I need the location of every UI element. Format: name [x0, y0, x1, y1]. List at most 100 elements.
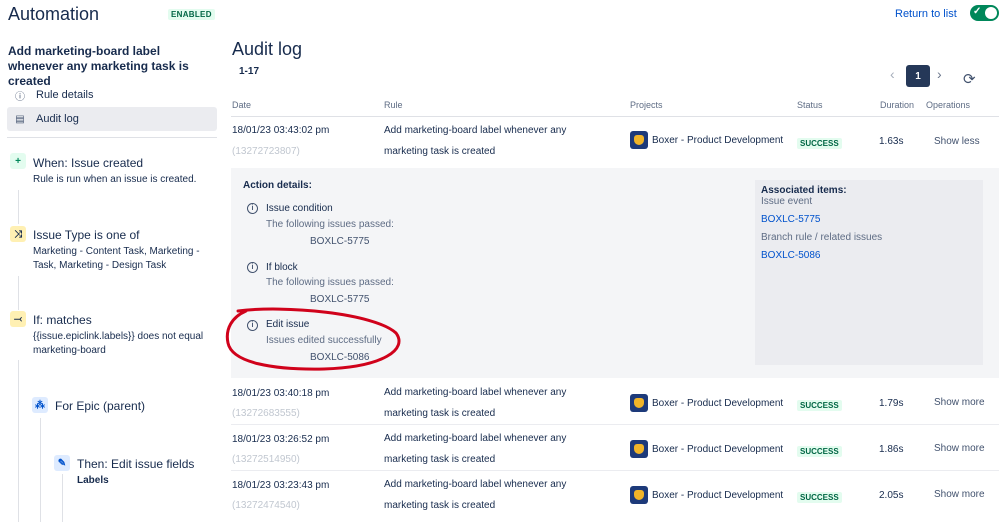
row-rule-line: Add marketing-board label whenever any [384, 387, 567, 398]
show-more-button[interactable]: Show more [934, 443, 985, 454]
status-badge: SUCCESS [797, 446, 842, 457]
step-connector [18, 190, 19, 224]
col-rule: Rule [384, 100, 403, 110]
project-name: Boxer - Product Development [652, 443, 784, 455]
step-action-desc: Labels [77, 475, 109, 486]
nav-rule-details[interactable]: ⓘ Rule details [7, 83, 217, 107]
show-more-button[interactable]: Show more [934, 489, 985, 500]
status-badge: SUCCESS [797, 492, 842, 503]
row-id: (13272514950) [232, 454, 300, 465]
row-rule-line: marketing task is created [384, 500, 496, 511]
associated-items-box: Associated items: Issue event BOXLC-5775… [755, 180, 983, 365]
if-block-line [18, 360, 19, 522]
associated-event-link[interactable]: BOXLC-5775 [761, 214, 977, 225]
row-rule: Add marketing-board label whenever any m… [384, 120, 589, 162]
project-name: Boxer - Product Development [652, 134, 784, 146]
status-badge: SUCCESS [797, 400, 842, 411]
row-rule: Add marketing-board label whenever any m… [384, 382, 589, 424]
show-more-button[interactable]: Show more [934, 397, 985, 408]
row-id: (13272683555) [232, 408, 300, 419]
row-project[interactable]: Boxer - Product Development [630, 394, 783, 412]
table-row: 18/01/23 03:40:18 pm (13272683555) Add m… [231, 378, 999, 425]
app-title: Automation [8, 4, 100, 24]
document-icon: ▤ [15, 113, 25, 125]
row-project[interactable]: Boxer - Product Development [630, 486, 783, 504]
nav-audit-log[interactable]: ▤ Audit log [7, 107, 217, 131]
branch-icon: ⤙ [10, 311, 26, 327]
row-date: 18/01/23 03:26:52 pm [232, 434, 330, 445]
step-branch-title[interactable]: For Epic (parent) [55, 399, 145, 413]
step-action-title[interactable]: Then: Edit issue fields [77, 457, 194, 471]
step-connector [18, 276, 19, 310]
row-duration: 1.63s [879, 136, 904, 147]
status-badge: SUCCESS [797, 138, 842, 149]
project-name: Boxer - Product Development [652, 489, 784, 501]
nav-label: Audit log [36, 113, 79, 125]
associated-branch-label: Branch rule / related issues [761, 232, 883, 243]
page-title: Audit log [232, 39, 303, 59]
result-range: 1-17 [239, 66, 260, 77]
step-trigger-title[interactable]: When: Issue created [33, 156, 143, 170]
action-line [62, 474, 63, 522]
action-details-title: Action details: [243, 180, 312, 191]
row-date: 18/01/23 03:23:43 pm [232, 480, 330, 491]
step-condition-desc: Marketing - Content Task, Marketing - Ta… [33, 246, 200, 271]
enabled-badge: ENABLED [168, 9, 215, 20]
action-name: Issue condition [266, 203, 333, 214]
branch-line [40, 418, 41, 522]
table-row: 18/01/23 03:26:52 pm (13272514950) Add m… [231, 424, 999, 471]
row-project[interactable]: Boxer - Product Development [630, 440, 783, 458]
col-operations: Operations [926, 100, 971, 110]
row-rule-line: Add marketing-board label whenever any [384, 479, 567, 490]
action-issue: BOXLC-5775 [310, 236, 370, 247]
row-rule: Add marketing-board label whenever any m… [384, 474, 589, 516]
step-if-desc: {{issue.epiclink.labels}} does not equal… [33, 331, 204, 356]
pencil-icon: ✎ [54, 455, 70, 471]
page-number-current[interactable]: 1 [906, 65, 930, 87]
chevron-right-icon[interactable]: › [937, 66, 942, 82]
row-rule-line: marketing task is created [384, 454, 496, 465]
step-condition-title[interactable]: Issue Type is one of [33, 228, 140, 242]
project-avatar [630, 131, 648, 149]
nav-divider [7, 137, 217, 138]
associated-title: Associated items: [761, 185, 847, 196]
project-avatar [630, 394, 648, 412]
row-date: 18/01/23 03:43:02 pm [232, 125, 330, 136]
row-id: (13272723807) [232, 146, 300, 157]
table-row: 18/01/23 03:43:02 pm (13272723807) Add m… [231, 117, 999, 168]
project-name: Boxer - Product Development [652, 397, 784, 409]
shuffle-icon: ⤨ [10, 226, 26, 242]
nav-label: Rule details [36, 89, 94, 101]
associated-branch-link[interactable]: BOXLC-5086 [761, 250, 977, 261]
plus-icon: + [10, 153, 26, 169]
row-project[interactable]: Boxer - Product Development [630, 131, 783, 149]
step-trigger-desc: Rule is run when an issue is created. [33, 174, 197, 185]
chevron-left-icon[interactable]: ‹ [890, 66, 895, 82]
row-rule: Add marketing-board label whenever any m… [384, 428, 589, 470]
row-duration: 2.05s [879, 490, 904, 501]
row-duration: 1.79s [879, 398, 904, 409]
row-id: (13272474540) [232, 500, 300, 511]
step-if-title[interactable]: If: matches [33, 313, 92, 327]
info-icon: ⓘ [15, 91, 25, 103]
check-icon: ✓ [973, 6, 982, 17]
action-issue: BOXLC-5775 [310, 294, 370, 305]
info-icon: i [247, 203, 258, 214]
show-less-button[interactable]: Show less [934, 136, 980, 147]
rule-enabled-toggle[interactable]: ✓ [970, 5, 999, 21]
action-sub: The following issues passed: [266, 277, 394, 288]
action-name: If block [266, 262, 298, 273]
return-to-list-link[interactable]: Return to list [895, 8, 957, 20]
row-rule-line: marketing task is created [384, 408, 496, 419]
annotation-circle [225, 307, 401, 371]
info-icon: i [247, 262, 258, 273]
hierarchy-icon: ⁂ [32, 397, 48, 413]
project-avatar [630, 440, 648, 458]
col-date: Date [232, 100, 252, 110]
refresh-icon[interactable]: ⟳ [963, 70, 976, 88]
row-rule-line: Add marketing-board label whenever any [384, 433, 567, 444]
associated-event-label: Issue event [761, 196, 813, 207]
col-status: Status [797, 100, 823, 110]
action-sub: The following issues passed: [266, 219, 394, 230]
row-rule-line: marketing task is created [384, 146, 496, 157]
